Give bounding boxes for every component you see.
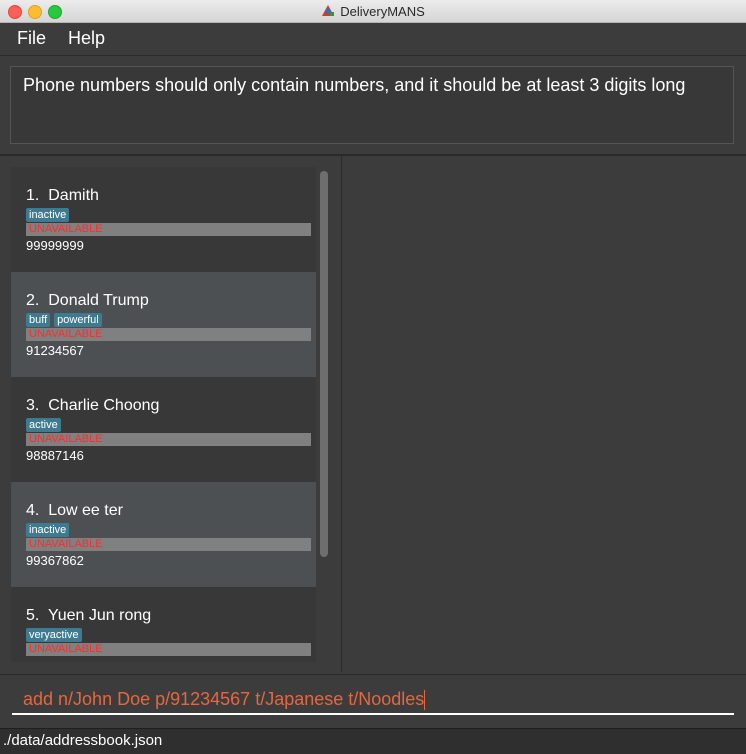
availability-status: UNAVAILABLE <box>26 643 311 656</box>
person-name: 1. Damith <box>26 187 99 204</box>
person-name: 2. Donald Trump <box>26 292 149 309</box>
result-panel: Phone numbers should only contain number… <box>0 56 746 156</box>
command-box: add n/John Doe p/91234567 t/Japanese t/N… <box>0 674 746 729</box>
person-list[interactable]: 1. Damith inactive UNAVAILABLE 99999999 … <box>11 167 316 662</box>
tag-label: inactive <box>26 523 70 537</box>
availability-status: UNAVAILABLE <box>26 223 311 236</box>
app-logo-icon <box>322 5 335 16</box>
person-card[interactable]: 3. Charlie Choong active UNAVAILABLE 988… <box>11 377 316 482</box>
scrollbar-thumb[interactable] <box>320 171 328 557</box>
result-display[interactable]: Phone numbers should only contain number… <box>10 66 734 144</box>
menu-help[interactable]: Help <box>68 28 105 49</box>
phone-number: 91234567 <box>26 343 84 358</box>
availability-status: UNAVAILABLE <box>26 328 311 341</box>
availability-status: UNAVAILABLE <box>26 433 311 446</box>
details-pane <box>342 156 746 672</box>
tag-list: veryactive <box>26 628 86 642</box>
person-name: 4. Low ee ter <box>26 502 123 519</box>
tag-label: buff <box>26 313 51 327</box>
menu-bar: File Help <box>0 23 746 56</box>
title-bar: DeliveryMANS <box>0 0 746 23</box>
phone-number: 99367862 <box>26 553 84 568</box>
menu-file[interactable]: File <box>17 28 46 49</box>
person-card[interactable]: 4. Low ee ter inactive UNAVAILABLE 99367… <box>11 482 316 587</box>
person-card[interactable]: 1. Damith inactive UNAVAILABLE 99999999 <box>11 167 316 272</box>
phone-number: 98887146 <box>26 448 84 463</box>
tag-list: inactive <box>26 208 73 222</box>
tag-label: veryactive <box>26 628 82 642</box>
person-list-pane: 1. Damith inactive UNAVAILABLE 99999999 … <box>0 156 340 672</box>
command-input[interactable]: add n/John Doe p/91234567 t/Japanese t/N… <box>12 683 734 715</box>
command-text: add n/John Doe p/91234567 t/Japanese t/N… <box>23 689 425 709</box>
window-title: DeliveryMANS <box>340 3 425 19</box>
tag-list: inactive <box>26 523 73 537</box>
availability-status: UNAVAILABLE <box>26 538 311 551</box>
status-bar: ./data/addressbook.json <box>0 728 746 754</box>
tag-list: buff powerful <box>26 313 106 327</box>
save-location: ./data/addressbook.json <box>3 732 163 749</box>
list-scrollbar[interactable] <box>317 167 331 662</box>
person-card[interactable]: 2. Donald Trump buff powerful UNAVAILABL… <box>11 272 316 377</box>
person-name: 5. Yuen Jun rong <box>26 607 152 624</box>
tag-label: inactive <box>26 208 70 222</box>
text-caret <box>424 690 426 711</box>
person-name: 3. Charlie Choong <box>26 397 160 414</box>
tag-label: active <box>26 418 61 432</box>
phone-number: 99999999 <box>26 238 84 253</box>
tag-label: powerful <box>54 313 102 327</box>
result-message: Phone numbers should only contain number… <box>23 75 686 95</box>
person-card[interactable]: 5. Yuen Jun rong veryactive UNAVAILABLE <box>11 587 316 662</box>
tag-list: active <box>26 418 65 432</box>
